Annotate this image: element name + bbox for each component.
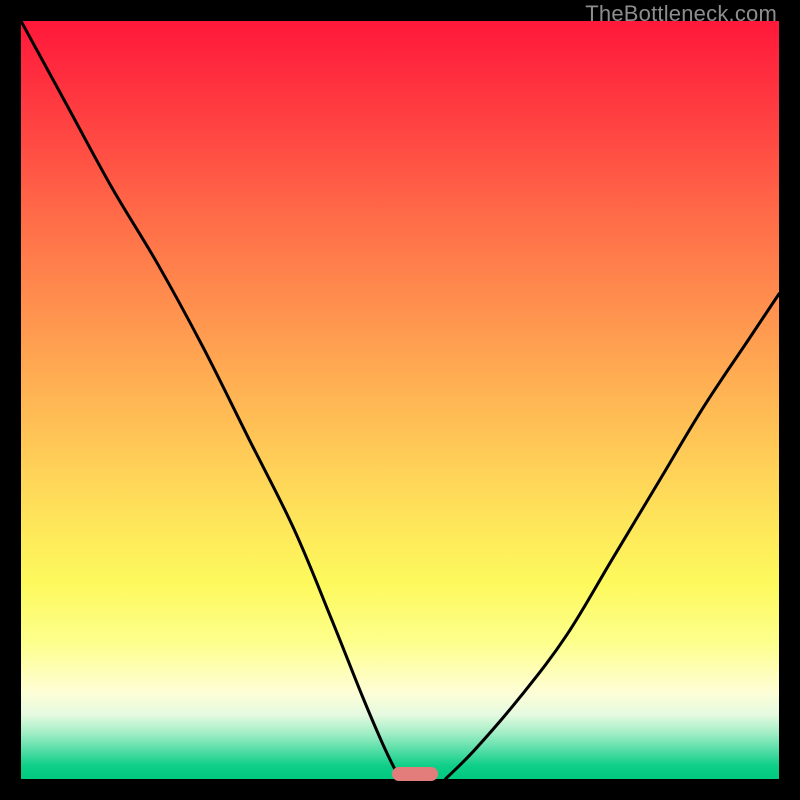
right-curve	[445, 294, 779, 779]
chart-frame: TheBottleneck.com	[0, 0, 800, 800]
watermark-text: TheBottleneck.com	[585, 1, 777, 27]
minimum-marker	[392, 767, 437, 781]
curve-layer	[21, 21, 779, 779]
left-curve	[21, 21, 400, 779]
